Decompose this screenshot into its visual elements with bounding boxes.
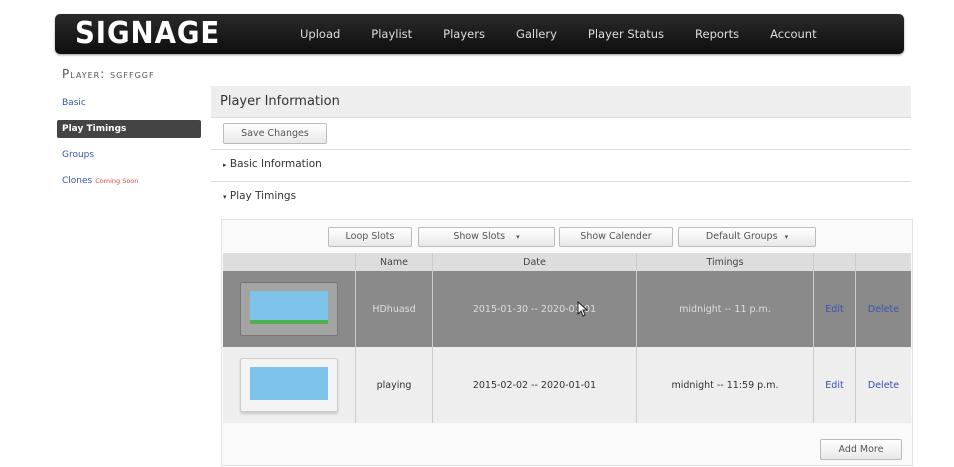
sidebar-item-label: Groups [62, 150, 95, 160]
nav-player-status[interactable]: Player Status [588, 27, 664, 41]
add-more-button[interactable]: Add More [820, 439, 902, 460]
table-row[interactable]: HDhuasd 2015-01-30 -- 2020-01-01 midnigh… [223, 271, 911, 347]
app-logo[interactable]: SIGNAGE [75, 16, 220, 51]
default-groups-dropdown[interactable]: Default Groups ▾ [678, 227, 816, 247]
slots-toolbar: Loop Slots Show Slots ▾ Show Calender De… [222, 220, 912, 252]
thumbnail-cell [223, 271, 356, 347]
progress-strip [250, 320, 328, 324]
col-thumbnail [223, 253, 356, 271]
nav-account[interactable]: Account [770, 27, 816, 41]
caret-down-icon: ▾ [516, 233, 520, 241]
top-navbar: SIGNAGE Upload Playlist Players Gallery … [55, 14, 904, 54]
screen-preview [250, 367, 328, 400]
caret-down-icon: ▾ [784, 233, 789, 241]
col-date: Date [432, 253, 637, 271]
sidebar: Basic Play Timings Groups Clones Coming S… [57, 94, 201, 198]
delete-cell: Delete [855, 347, 911, 423]
show-calender-button[interactable]: Show Calender [559, 227, 673, 247]
nav-upload[interactable]: Upload [300, 27, 340, 41]
col-edit [813, 253, 856, 271]
slots-table: Name Date Timings HDhuasd 2015-01-30 -- … [223, 253, 911, 423]
sidebar-item-groups[interactable]: Groups [57, 146, 201, 164]
nav-gallery[interactable]: Gallery [516, 27, 557, 41]
mouse-cursor-icon [577, 301, 589, 317]
delete-link[interactable]: Delete [868, 304, 899, 315]
nav-reports[interactable]: Reports [695, 27, 739, 41]
sidebar-item-label: Play Timings [62, 124, 127, 134]
show-slots-dropdown[interactable]: Show Slots ▾ [418, 227, 555, 247]
slot-timings: midnight -- 11 p.m. [636, 271, 814, 347]
main-nav: Upload Playlist Players Gallery Player S… [300, 14, 848, 54]
button-label: Show Slots [453, 231, 506, 242]
main-content: Player Information Save Changes ▸ Basic … [211, 86, 913, 467]
triangle-right-icon: ▸ [223, 161, 227, 169]
table-header-row: Name Date Timings [223, 253, 911, 271]
sidebar-item-basic[interactable]: Basic [57, 94, 201, 112]
section-label: Play Timings [229, 190, 297, 202]
edit-link[interactable]: Edit [825, 380, 843, 391]
delete-link[interactable]: Delete [868, 380, 899, 391]
slot-thumbnail[interactable] [240, 282, 338, 336]
slot-date: 2015-02-02 -- 2020-01-01 [432, 347, 637, 423]
nav-playlist[interactable]: Playlist [371, 27, 412, 41]
button-label: Default Groups [705, 231, 778, 242]
screen-preview [250, 291, 328, 324]
sidebar-item-label: Clones [62, 176, 93, 186]
section-label: Basic Information [229, 158, 322, 170]
play-timings-panel: Loop Slots Show Slots ▾ Show Calender De… [221, 219, 913, 466]
triangle-down-icon: ▾ [223, 193, 227, 201]
save-changes-button[interactable]: Save Changes [223, 123, 327, 144]
sidebar-item-clones[interactable]: Clones Coming Soon [57, 172, 201, 190]
section-play-timings[interactable]: ▾ Play Timings [211, 181, 911, 209]
panel-title: Player Information [211, 86, 911, 118]
table-row[interactable]: playing 2015-02-02 -- 2020-01-01 midnigh… [223, 347, 911, 423]
page-title: Player: sgffggf [62, 67, 155, 81]
sidebar-item-play-timings[interactable]: Play Timings [57, 120, 201, 138]
delete-cell: Delete [855, 271, 911, 347]
nav-players[interactable]: Players [443, 27, 485, 41]
slot-name: playing [355, 347, 433, 423]
col-name: Name [355, 253, 433, 271]
coming-soon-badge: Coming Soon [95, 177, 139, 185]
slot-name: HDhuasd [355, 271, 433, 347]
button-label: Show Calender [580, 231, 652, 242]
col-timings: Timings [636, 253, 814, 271]
thumbnail-cell [223, 347, 356, 423]
slot-timings: midnight -- 11:59 p.m. [636, 347, 814, 423]
slot-thumbnail[interactable] [240, 358, 338, 412]
col-delete [855, 253, 911, 271]
loop-slots-button[interactable]: Loop Slots [328, 227, 412, 247]
button-label: Loop Slots [345, 231, 395, 242]
edit-link[interactable]: Edit [825, 304, 843, 315]
edit-cell: Edit [813, 271, 856, 347]
section-basic-information[interactable]: ▸ Basic Information [211, 149, 911, 177]
edit-cell: Edit [813, 347, 856, 423]
slot-date: 2015-01-30 -- 2020-01-01 [432, 271, 637, 347]
sidebar-item-label: Basic [62, 98, 86, 108]
